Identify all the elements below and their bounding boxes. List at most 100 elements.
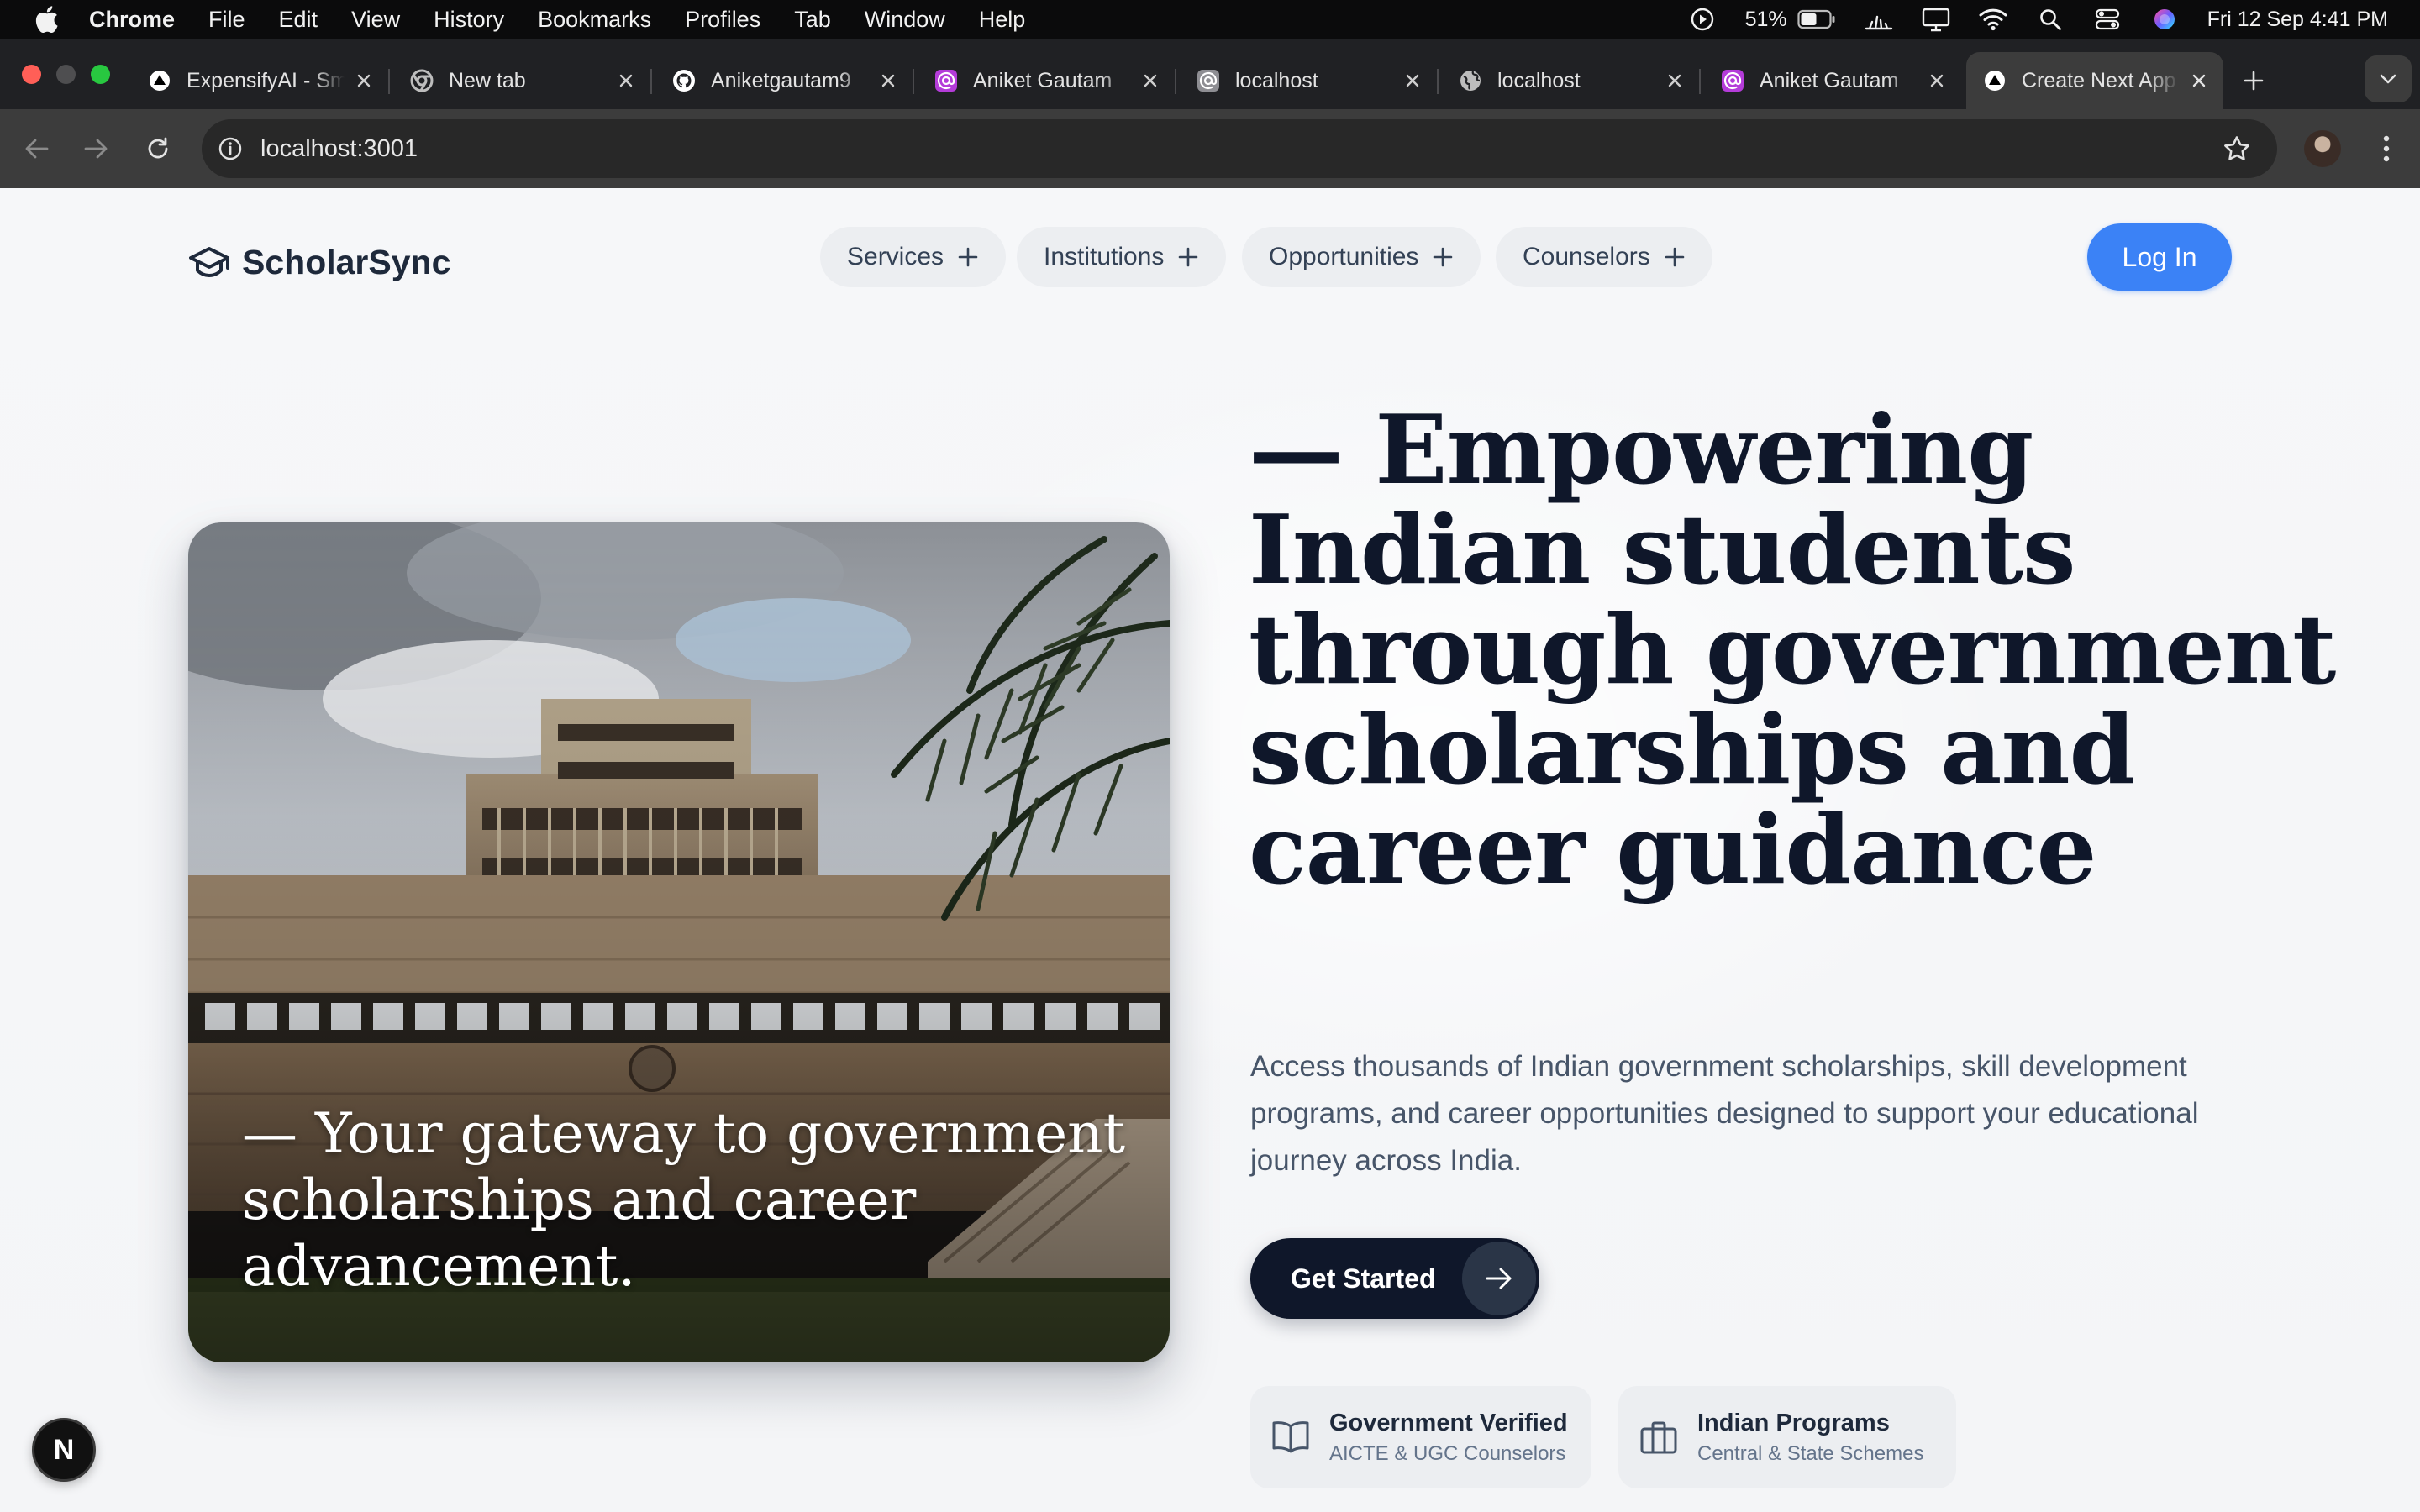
battery-percent: 51% [1744, 7, 1787, 31]
close-icon[interactable] [1662, 68, 1687, 93]
tab-title: Create Next App [2022, 68, 2176, 92]
book-icon [1270, 1417, 1311, 1457]
globe-icon [1459, 69, 1482, 92]
address-bar[interactable]: localhost:3001 [202, 119, 2277, 178]
close-icon[interactable] [613, 68, 639, 93]
menu-profiles[interactable]: Profiles [685, 7, 760, 33]
feature-subtitle: Central & State Schemes [1697, 1441, 1924, 1465]
tab-create-next-app[interactable]: Create Next App [1966, 52, 2223, 109]
siri-icon[interactable] [2150, 5, 2179, 34]
triangle-icon [148, 69, 171, 92]
plus-icon [1432, 246, 1454, 268]
menu-help[interactable]: Help [979, 7, 1026, 33]
menu-tab[interactable]: Tab [794, 7, 831, 33]
menu-view[interactable]: View [351, 7, 400, 33]
hero-campus-image: — Your gateway to government scholarship… [188, 522, 1170, 1362]
at-sign-icon [1197, 69, 1220, 92]
nextjs-dev-indicator[interactable]: N [32, 1418, 96, 1482]
tab-new-tab[interactable]: New tab [393, 52, 652, 109]
tab-github[interactable]: Aniketgautam9 [655, 52, 914, 109]
menu-file[interactable]: File [208, 7, 245, 33]
close-icon[interactable] [876, 68, 901, 93]
plus-icon [1177, 246, 1199, 268]
site-info-icon[interactable] [215, 134, 245, 164]
menu-window[interactable]: Window [865, 7, 945, 33]
new-tab-plus-icon[interactable] [2235, 62, 2272, 99]
triangle-icon [1983, 69, 2007, 92]
profile-avatar[interactable] [2304, 130, 2341, 167]
tab-localhost-2[interactable]: localhost [1442, 52, 1701, 109]
close-icon[interactable] [351, 68, 376, 93]
tab-localhost[interactable]: localhost [1180, 52, 1439, 109]
back-arrow-icon[interactable] [18, 130, 55, 167]
tab-title: Aniketgautam9 [711, 68, 851, 92]
close-icon[interactable] [2186, 68, 2212, 93]
tab-strip: ExpensifyAI - Smart New tab Aniketgautam… [0, 39, 2420, 109]
plus-icon [957, 246, 979, 268]
hero-headline: — Empowering Indian students through gov… [1249, 394, 2336, 906]
tab-expensifyai[interactable]: ExpensifyAI - Smart [131, 52, 390, 109]
browser-toolbar: localhost:3001 [0, 109, 2420, 188]
battery-icon[interactable] [1797, 5, 1836, 34]
minimize-window-button[interactable] [56, 65, 76, 84]
control-center-icon[interactable] [2093, 5, 2122, 34]
zoom-window-button[interactable] [91, 65, 110, 84]
tab-title: Aniket Gautam [1760, 68, 1899, 92]
bookmark-star-icon[interactable] [2220, 132, 2254, 165]
more-vertical-icon[interactable] [2368, 130, 2405, 167]
tab-title: ExpensifyAI - Smart [187, 68, 345, 92]
spotlight-search-icon[interactable] [2036, 5, 2065, 34]
chrome-icon [410, 69, 434, 92]
get-started-label: Get Started [1291, 1263, 1436, 1294]
tab-search-chevron-icon[interactable] [2365, 55, 2412, 102]
hero-image-caption: — Your gateway to government scholarship… [242, 1101, 1126, 1299]
macos-menu-bar: Chrome File Edit View History Bookmarks … [0, 0, 2420, 39]
play-circle-icon[interactable] [1688, 5, 1717, 34]
tab-title: localhost [1235, 68, 1318, 92]
menu-edit[interactable]: Edit [279, 7, 318, 33]
tab-title: localhost [1497, 68, 1581, 92]
at-sign-icon [934, 69, 958, 92]
github-icon [672, 69, 696, 92]
menu-bookmarks[interactable]: Bookmarks [538, 7, 651, 33]
url-text[interactable]: localhost:3001 [260, 135, 2220, 163]
apple-icon[interactable] [32, 5, 60, 34]
graduation-cap-icon [188, 241, 230, 283]
window-controls [22, 65, 110, 84]
wifi-icon[interactable] [1979, 5, 2007, 34]
forward-arrow-icon[interactable] [77, 130, 114, 167]
reload-icon[interactable] [139, 130, 176, 167]
nav-services[interactable]: Services [820, 227, 1007, 287]
site-logo[interactable]: ScholarSync [188, 235, 450, 289]
close-icon[interactable] [1924, 68, 1949, 93]
menu-history[interactable]: History [434, 7, 504, 33]
nav-label: Services [847, 243, 944, 270]
login-button[interactable]: Log In [2087, 223, 2232, 291]
at-sign-icon [1721, 69, 1744, 92]
close-window-button[interactable] [22, 65, 41, 84]
hero-description: Access thousands of Indian government sc… [1250, 1050, 2199, 1177]
brand-name: ScholarSync [242, 242, 451, 281]
display-icon[interactable] [1922, 5, 1950, 34]
close-icon[interactable] [1138, 68, 1163, 93]
briefcase-icon [1639, 1417, 1679, 1457]
arrow-right-icon [1462, 1242, 1536, 1315]
nav-label: Institutions [1044, 243, 1165, 270]
activity-icon[interactable] [1865, 5, 1893, 34]
tab-aniket-gautam[interactable]: Aniket Gautam [918, 52, 1176, 109]
status-area: 51% Fri 12 Sep 4:41 PM [1688, 0, 2388, 39]
tab-aniket-gautam-2[interactable]: Aniket Gautam [1704, 52, 1961, 109]
feature-title: Government Verified [1329, 1409, 1568, 1436]
get-started-button[interactable]: Get Started [1250, 1238, 1539, 1319]
nav-label: Opportunities [1269, 243, 1419, 270]
clock[interactable]: Fri 12 Sep 4:41 PM [2207, 8, 2388, 32]
nav-counselors[interactable]: Counselors [1496, 227, 1712, 287]
nav-opportunities[interactable]: Opportunities [1242, 227, 1481, 287]
nav-label: Counselors [1523, 243, 1650, 270]
feature-text: Indian Programs Central & State Schemes [1697, 1410, 1923, 1466]
menu-chrome[interactable]: Chrome [89, 7, 175, 33]
tab-title: Aniket Gautam [973, 68, 1113, 92]
nav-institutions[interactable]: Institutions [1017, 227, 1227, 287]
plus-icon [1664, 246, 1686, 268]
close-icon[interactable] [1400, 68, 1425, 93]
